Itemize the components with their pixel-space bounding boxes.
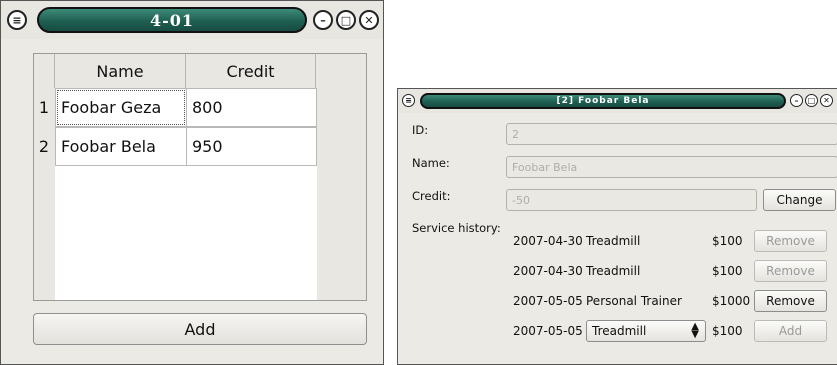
history-service: Personal Trainer [586, 294, 682, 308]
service-history-label: Service history: [412, 221, 501, 235]
table-cell-name[interactable]: Foobar Bela [55, 127, 187, 166]
window-title: [2] Foobar Bela [420, 93, 786, 109]
table-cell-name[interactable]: Foobar Geza [55, 88, 187, 127]
history-date: 2007-05-05 [513, 294, 583, 308]
table-cell-credit[interactable]: 950 [186, 127, 317, 166]
select-arrows-icon: ▲ ▼ [691, 321, 699, 340]
history-date: 2007-04-30 [513, 264, 583, 278]
column-header-name[interactable]: Name [55, 54, 186, 88]
maximize-icon[interactable]: □ [336, 10, 356, 30]
minimize-icon[interactable]: – [790, 94, 803, 107]
row-number[interactable]: 1 [34, 88, 54, 126]
table-cell-credit[interactable]: 800 [186, 88, 317, 127]
customer-detail-window: ≡ [2] Foobar Bela – □ ✕ ID: 2 Name: Foob… [397, 88, 837, 365]
main-window: ≡ 4-01 – □ ✕ Name Credit 1 Foobar Geza 8… [0, 0, 384, 365]
credit-field[interactable]: -50 [506, 189, 757, 211]
history-service: Treadmill [586, 234, 641, 248]
remove-button[interactable]: Remove [754, 260, 827, 282]
row-header-corner [34, 54, 55, 88]
name-field[interactable]: Foobar Bela [506, 156, 837, 178]
row-number[interactable]: 2 [34, 127, 54, 165]
close-icon[interactable]: ✕ [359, 10, 379, 30]
service-select-value: Treadmill [592, 324, 647, 338]
minimize-icon[interactable]: – [313, 10, 333, 30]
credit-label: Credit: [412, 189, 451, 203]
change-button[interactable]: Change [763, 189, 836, 211]
titlebar[interactable]: ≡ [2] Foobar Bela – □ ✕ [398, 89, 837, 113]
remove-button[interactable]: Remove [754, 290, 827, 312]
add-service-button[interactable]: Add [754, 320, 827, 342]
service-select[interactable]: Treadmill ▲ ▼ [586, 320, 706, 342]
new-entry-price: $100 [712, 324, 743, 338]
titlebar[interactable]: ≡ 4-01 – □ ✕ [1, 1, 383, 39]
customer-table: Name Credit 1 Foobar Geza 800 2 Foobar B… [33, 53, 367, 301]
history-price: $100 [712, 234, 743, 248]
history-service: Treadmill [586, 264, 641, 278]
history-price: $1000 [712, 294, 751, 308]
name-label: Name: [412, 156, 450, 170]
id-field[interactable]: 2 [506, 123, 837, 145]
add-button[interactable]: Add [33, 313, 367, 345]
history-date: 2007-04-30 [513, 234, 583, 248]
column-header-credit[interactable]: Credit [186, 54, 316, 88]
new-entry-date: 2007-05-05 [513, 324, 583, 338]
close-icon[interactable]: ✕ [820, 94, 833, 107]
table-empty-area [55, 166, 317, 300]
window-menu-icon[interactable]: ≡ [402, 94, 415, 107]
window-title: 4-01 [37, 7, 307, 33]
id-label: ID: [412, 123, 429, 137]
history-price: $100 [712, 264, 743, 278]
remove-button[interactable]: Remove [754, 230, 827, 252]
window-menu-icon[interactable]: ≡ [7, 10, 27, 30]
maximize-icon[interactable]: □ [805, 94, 818, 107]
